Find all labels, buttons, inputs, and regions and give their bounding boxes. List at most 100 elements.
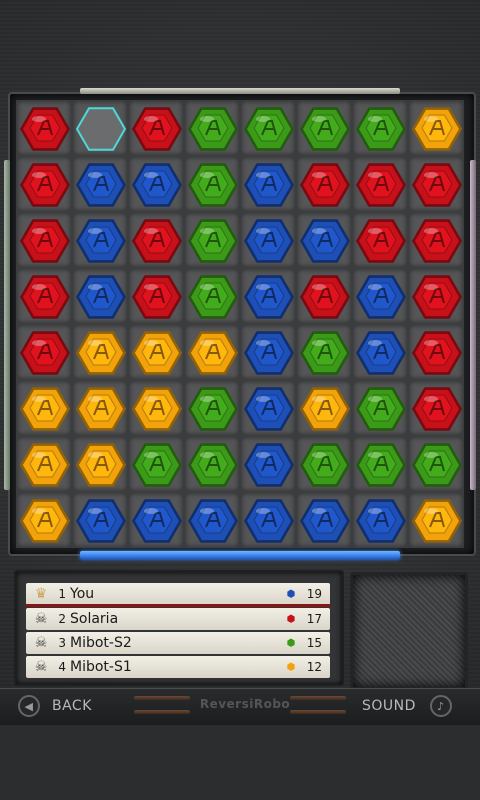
board-cell[interactable] <box>72 212 128 268</box>
board-cell[interactable] <box>16 268 72 324</box>
board-cell[interactable] <box>296 156 352 212</box>
red-gem-icon <box>300 275 350 319</box>
board-cell[interactable] <box>16 100 72 156</box>
red-gem-icon <box>20 163 70 207</box>
board-cell[interactable] <box>352 268 408 324</box>
board-cell[interactable] <box>16 436 72 492</box>
blue-gem-icon <box>244 163 294 207</box>
board-cell[interactable] <box>408 492 464 548</box>
board-cell[interactable] <box>72 492 128 548</box>
board-cell[interactable] <box>128 324 184 380</box>
board-cell[interactable] <box>296 100 352 156</box>
red-gem-icon <box>356 219 406 263</box>
back-button[interactable]: ◀ BACK <box>18 690 92 722</box>
decor-slot <box>134 710 190 714</box>
skull-icon: ☠ <box>34 635 48 651</box>
mesh-panel <box>350 572 468 690</box>
board-cell[interactable] <box>128 212 184 268</box>
blue-gem-icon <box>132 499 182 543</box>
board-cell[interactable] <box>16 380 72 436</box>
board-cell[interactable] <box>352 324 408 380</box>
move-hint-icon <box>75 107 127 151</box>
green-gem-icon <box>300 443 350 487</box>
board-cell[interactable] <box>352 492 408 548</box>
blue-gem-icon <box>356 499 406 543</box>
board-cell[interactable] <box>16 492 72 548</box>
green-gem-icon <box>356 107 406 151</box>
board-cell[interactable] <box>352 156 408 212</box>
red-gem-icon <box>412 387 462 431</box>
board-cell[interactable] <box>184 156 240 212</box>
board-cell[interactable] <box>408 212 464 268</box>
board-cell[interactable] <box>240 212 296 268</box>
board-cell[interactable] <box>184 492 240 548</box>
game-board[interactable] <box>16 100 464 548</box>
board-cell[interactable] <box>128 380 184 436</box>
board-cell[interactable] <box>184 100 240 156</box>
blue-gem-icon <box>356 275 406 319</box>
board-cell[interactable] <box>184 324 240 380</box>
player-rank: 3 <box>58 636 66 650</box>
speaker-icon: ♪ <box>429 695 452 717</box>
board-cell[interactable] <box>352 380 408 436</box>
board-cell[interactable] <box>408 156 464 212</box>
sound-button[interactable]: SOUND ♪ <box>362 690 452 722</box>
board-cell[interactable] <box>240 100 296 156</box>
board-cell[interactable] <box>184 212 240 268</box>
red-gem-icon <box>412 163 462 207</box>
board-cell[interactable] <box>352 436 408 492</box>
blue-gem-icon <box>244 387 294 431</box>
board-cell[interactable] <box>72 380 128 436</box>
board-cell[interactable] <box>240 268 296 324</box>
board-cell[interactable] <box>240 380 296 436</box>
board-cell[interactable] <box>408 100 464 156</box>
green-gem-icon <box>188 387 238 431</box>
yellow-gem-icon <box>76 331 126 375</box>
board-cell[interactable] <box>16 156 72 212</box>
board-cell[interactable] <box>408 324 464 380</box>
board-cell[interactable] <box>128 156 184 212</box>
board-cell[interactable] <box>296 324 352 380</box>
green-gem-icon <box>132 443 182 487</box>
blue-gem-icon <box>76 275 126 319</box>
board-cell[interactable] <box>128 436 184 492</box>
board-cell[interactable] <box>296 380 352 436</box>
yellow-gem-icon <box>412 499 462 543</box>
board-cell[interactable] <box>352 100 408 156</box>
red-gem-icon <box>356 163 406 207</box>
gem-color-icon: ⬢ <box>286 588 296 600</box>
board-cell[interactable] <box>240 492 296 548</box>
board-cell[interactable] <box>128 492 184 548</box>
board-cell[interactable] <box>128 268 184 324</box>
board-cell[interactable] <box>184 380 240 436</box>
board-cell[interactable] <box>72 268 128 324</box>
board-cell[interactable] <box>72 324 128 380</box>
board-cell[interactable] <box>128 100 184 156</box>
board-cell[interactable] <box>16 324 72 380</box>
player-score: 19 <box>306 587 322 601</box>
blue-gem-icon <box>132 163 182 207</box>
green-gem-icon <box>412 443 462 487</box>
board-cell[interactable] <box>184 268 240 324</box>
board-cell[interactable] <box>72 436 128 492</box>
board-cell[interactable] <box>72 100 128 156</box>
board-cell[interactable] <box>240 324 296 380</box>
board-cell[interactable] <box>184 436 240 492</box>
board-cell[interactable] <box>240 436 296 492</box>
chef-icon: ♛ <box>34 586 48 602</box>
board-cell[interactable] <box>352 212 408 268</box>
player-rank: 2 <box>58 612 66 626</box>
board-cell[interactable] <box>296 436 352 492</box>
board-cell[interactable] <box>72 156 128 212</box>
board-cell[interactable] <box>296 492 352 548</box>
board-cell[interactable] <box>240 156 296 212</box>
scoreboard-row-4: ☠ 4 Mibot-S1 ⬢ 12 <box>26 656 330 678</box>
board-cell[interactable] <box>408 436 464 492</box>
board-cell[interactable] <box>296 268 352 324</box>
brand-logo: ReversiRobo <box>199 697 291 711</box>
skull-icon: ☠ <box>34 611 48 627</box>
board-cell[interactable] <box>408 268 464 324</box>
board-cell[interactable] <box>296 212 352 268</box>
board-cell[interactable] <box>408 380 464 436</box>
board-cell[interactable] <box>16 212 72 268</box>
